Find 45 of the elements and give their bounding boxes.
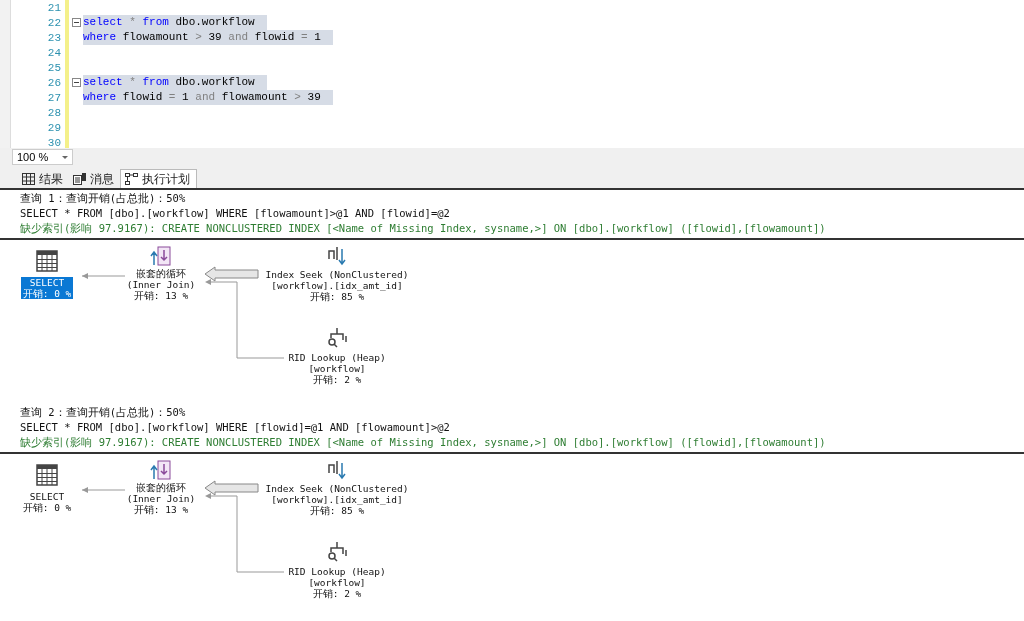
- line-number: 30: [46, 136, 61, 149]
- missing-index-hint[interactable]: 缺少索引(影响 97.9167): CREATE NONCLUSTERED INDEX [<Name of Missing Index, sysname,>] ON [dbo].[workflow] ([flowid],[flowamount]): [20, 221, 1004, 236]
- diagram-icon: [125, 173, 138, 185]
- line-number: 28: [46, 106, 61, 119]
- table-icon[interactable]: [36, 464, 58, 486]
- seek-icon[interactable]: [326, 459, 348, 481]
- seek-icon[interactable]: [326, 245, 348, 267]
- table-icon[interactable]: [36, 250, 58, 272]
- line-number: 22: [46, 16, 61, 29]
- plan-node-label[interactable]: SELECT 开销: 0 %: [20, 277, 74, 299]
- plan-node-label[interactable]: 嵌套的循环 (Inner Join) 开销: 13 %: [124, 268, 198, 301]
- lookup-icon[interactable]: [326, 326, 348, 348]
- document-icon: [73, 173, 86, 185]
- collapse-icon[interactable]: [71, 78, 81, 87]
- plan-node-label[interactable]: RID Lookup (Heap) [workflow] 开销: 2 %: [286, 566, 388, 599]
- line-number: 27: [46, 91, 61, 104]
- query-sql: SELECT * FROM [dbo].[workflow] WHERE [flowid]=@1 AND [flowamount]>@2: [20, 420, 451, 435]
- query-cost-header: 查询 1：查询开销(占总批)：50%: [20, 191, 187, 206]
- data-flow-arrow: [204, 480, 259, 496]
- line-number: 26: [46, 76, 61, 89]
- loop-icon[interactable]: [150, 459, 172, 481]
- missing-index-hint[interactable]: 缺少索引(影响 97.9167): CREATE NONCLUSTERED INDEX [<Name of Missing Index, sysname,>] ON [dbo].[workflow] ([flowid],[flowamount]): [20, 435, 1004, 450]
- plan-node-label[interactable]: Index Seek (NonClustered) [workflow].[idx_amt_id] 开销: 85 %: [263, 269, 411, 302]
- line-number: 23: [46, 31, 61, 44]
- loop-icon[interactable]: [150, 245, 172, 267]
- plan-node-label[interactable]: SELECT 开销: 0 %: [20, 491, 74, 513]
- connector-arrow: [81, 273, 126, 279]
- plan-node-label[interactable]: Index Seek (NonClustered) [workflow].[idx_amt_id] 开销: 85 %: [263, 483, 411, 516]
- collapse-icon[interactable]: [71, 18, 81, 27]
- plan-node-label[interactable]: RID Lookup (Heap) [workflow] 开销: 2 %: [286, 352, 388, 385]
- line-number: 29: [46, 121, 61, 134]
- results-tab[interactable]: 执行计划: [120, 169, 197, 188]
- lookup-icon[interactable]: [326, 540, 348, 562]
- grid-icon: [22, 173, 35, 185]
- connector-arrow: [81, 487, 126, 493]
- zoom-dropdown[interactable]: 100 %: [12, 149, 74, 165]
- line-number: 25: [46, 61, 61, 74]
- line-number: 21: [46, 1, 61, 14]
- query-sql: SELECT * FROM [dbo].[workflow] WHERE [flowamount]>@1 AND [flowid]=@2: [20, 206, 451, 221]
- results-tab[interactable]: 消息: [69, 170, 120, 188]
- query-cost-header: 查询 2：查询开销(占总批)：50%: [20, 405, 187, 420]
- plan-node-label[interactable]: 嵌套的循环 (Inner Join) 开销: 13 %: [124, 482, 198, 515]
- results-tab[interactable]: 结果: [18, 170, 69, 188]
- data-flow-arrow: [204, 266, 259, 282]
- line-number: 24: [46, 46, 61, 59]
